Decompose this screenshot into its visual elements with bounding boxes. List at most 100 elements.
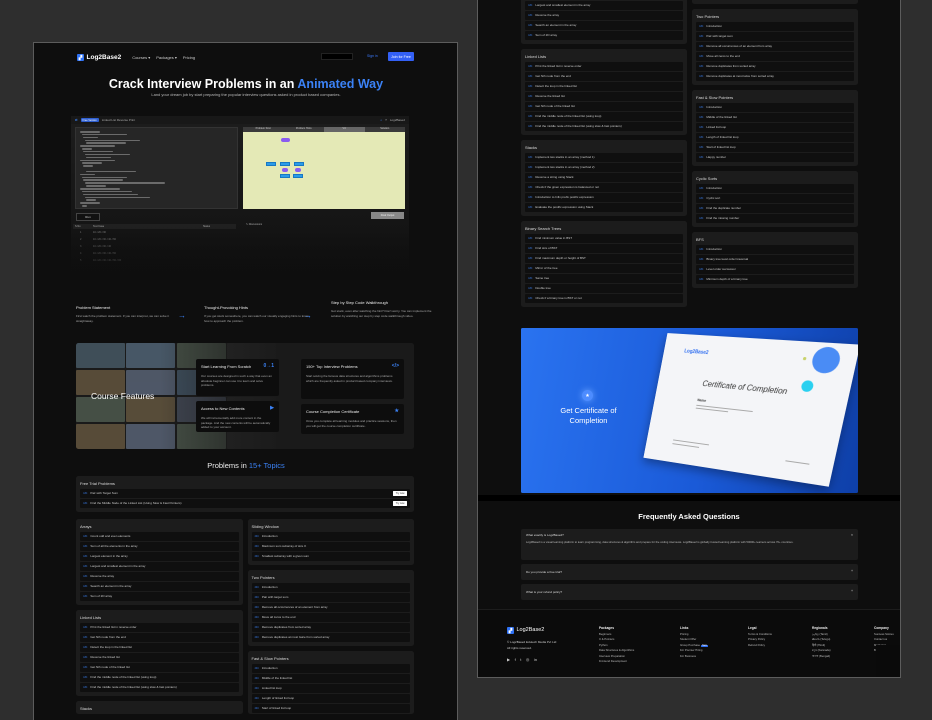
- problem-item[interactable]: </> Largest and smallest element in the a…: [525, 1, 683, 10]
- footer-link[interactable]: For Business: [680, 654, 708, 660]
- problem-item[interactable]: </> Largest element in the array: [80, 552, 239, 561]
- problem-item[interactable]: </> Remove all occurrences of an element …: [696, 42, 854, 51]
- tab-viz[interactable]: Viz: [324, 127, 365, 132]
- help-icon[interactable]: ?: [385, 118, 387, 122]
- chat-widget[interactable]: [876, 645, 900, 677]
- problem-item[interactable]: </> Find minimum value in BST: [525, 234, 683, 243]
- final-output-button[interactable]: Final Output: [371, 212, 404, 219]
- tab-solution[interactable]: Solution: [365, 127, 406, 132]
- signin-link[interactable]: Sign in: [367, 54, 378, 58]
- problem-item[interactable]: </> Implement two stacks in an array (met…: [525, 153, 683, 162]
- problem-item[interactable]: </> Get Nth node of the linked list: [80, 663, 239, 672]
- problem-item[interactable]: </> Check if a binary tree is BST or not: [525, 294, 683, 303]
- problem-item[interactable]: </> Remove all occurrences of an element …: [251, 603, 410, 612]
- faq-item[interactable]: Do you provide a free trial? +: [521, 564, 858, 580]
- problem-item[interactable]: </> Level order successor: [696, 265, 854, 274]
- problem-item[interactable]: </> Introduction: [696, 245, 854, 254]
- problem-item[interactable]: </> Find the middle node of the linked li…: [525, 112, 683, 121]
- twitter-icon[interactable]: t: [520, 656, 521, 664]
- problem-item[interactable]: </> Maximum sum subarray of size K: [251, 542, 410, 551]
- close-icon[interactable]: ×: [851, 533, 853, 537]
- problem-item[interactable]: </> Middle of the linked list: [251, 674, 410, 683]
- problem-item[interactable]: </> Get Nth node from the end: [525, 72, 683, 81]
- problem-item[interactable]: </> Double tree: [525, 284, 683, 293]
- linkedin-icon[interactable]: in: [534, 656, 537, 664]
- problem-item[interactable]: </> Remove duplicates from sorted array: [251, 623, 410, 632]
- free-trial-item[interactable]: </> Find the Middle Node of the Linked Li…: [80, 499, 410, 508]
- problem-item[interactable]: </> Find the duplicate number: [696, 204, 854, 213]
- problem-item[interactable]: </> Smallest subarray with a given sum: [251, 552, 410, 561]
- problem-item[interactable]: </> Reverse the array: [80, 572, 239, 581]
- problem-item[interactable]: </> Introduction: [251, 583, 410, 592]
- problem-item[interactable]: </> Detect the loop in the linked list: [525, 82, 683, 91]
- footer-link[interactable]: Refund Policy: [748, 643, 772, 649]
- problem-item[interactable]: </> Minimum depth of a binary tree: [696, 275, 854, 284]
- problem-item[interactable]: </> Count odd and even elements: [80, 532, 239, 541]
- problem-item[interactable]: </> Pair with target sum: [251, 593, 410, 602]
- problem-item[interactable]: </> Cyclic sort: [696, 194, 854, 203]
- problem-item[interactable]: </> Pair with target sum: [696, 32, 854, 41]
- free-trial-item[interactable]: </> Pair with Target Sum Try now: [80, 489, 410, 498]
- tab-problem-stmt[interactable]: Problem Stmt: [243, 127, 284, 132]
- footer-logo[interactable]: ▞ Log2Base2: [507, 625, 556, 636]
- problem-item[interactable]: </> Find maximum depth or height of BST: [525, 254, 683, 263]
- problem-item[interactable]: </> Get Nth node of the linked list: [525, 102, 683, 111]
- problem-item[interactable]: </> Middle of the linked list: [696, 113, 854, 122]
- plus-icon[interactable]: +: [851, 569, 853, 573]
- footer-link[interactable]: Data Structures & Algorithms: [599, 648, 634, 654]
- logo[interactable]: ▞ Log2Base2: [77, 54, 121, 61]
- faq-item[interactable]: What is your refund policy? +: [521, 584, 858, 600]
- nav-courses[interactable]: Courses ▾: [132, 55, 150, 60]
- problem-item[interactable]: </> Sum of all the elements in the array: [80, 542, 239, 551]
- problem-item[interactable]: </> Search an element in the array: [80, 582, 239, 591]
- problem-item[interactable]: </> Length of linked list loop: [696, 133, 854, 142]
- problem-item[interactable]: </> Find the missing number: [696, 214, 854, 223]
- problem-item[interactable]: </> Reverse the array: [525, 11, 683, 20]
- problem-item[interactable]: </> Reverse the linked list: [525, 92, 683, 101]
- problem-item[interactable]: </> Reverse a string using Stack: [525, 173, 683, 182]
- nav-pricing[interactable]: Pricing: [183, 55, 195, 60]
- problem-item[interactable]: </> Introduction: [696, 103, 854, 112]
- problem-item[interactable]: </> Move all zeros to the end: [251, 613, 410, 622]
- problem-item[interactable]: </> Same tree: [525, 274, 683, 283]
- plus-icon[interactable]: +: [851, 589, 853, 593]
- problem-item[interactable]: </> Happy number: [696, 153, 854, 162]
- problem-item[interactable]: </> Evaluate the postfix expression using…: [525, 203, 683, 212]
- code-editor[interactable]: [75, 127, 238, 209]
- problem-item[interactable]: </> Remove duplicates at most twice from …: [251, 633, 410, 642]
- problem-item[interactable]: </> Largest and smallest element in the a…: [80, 562, 239, 571]
- problem-item[interactable]: </> Remove duplicates from sorted array: [696, 62, 854, 71]
- problem-item[interactable]: </> Search an element in the array: [525, 21, 683, 30]
- join-button[interactable]: Join for Free: [388, 52, 414, 61]
- problem-item[interactable]: </> Mirror of the tree: [525, 264, 683, 273]
- instagram-icon[interactable]: ◎: [526, 656, 530, 664]
- run-button[interactable]: Run: [76, 213, 100, 221]
- problem-item[interactable]: </> Find size of BST: [525, 244, 683, 253]
- problem-item[interactable]: </> Remove duplicates at most twice from …: [696, 72, 854, 81]
- youtube-icon[interactable]: ▶: [507, 656, 510, 664]
- try-now-button[interactable]: Try now: [393, 500, 407, 506]
- faq-item[interactable]: What exactly is Log2Base2? × Log2Base2 is …: [521, 529, 858, 560]
- problem-item[interactable]: </> Binary tree level order traversal: [696, 255, 854, 264]
- problem-item[interactable]: </> Introduction: [251, 532, 410, 541]
- try-now-button[interactable]: Try now: [393, 490, 407, 496]
- tab-problem-hints[interactable]: Problem Hints: [284, 127, 325, 132]
- problem-item[interactable]: </> Introduction: [251, 664, 410, 673]
- nav-packages[interactable]: Packages ▾: [156, 55, 177, 60]
- problem-item[interactable]: </> Linked list loop: [696, 123, 854, 132]
- problem-item[interactable]: </> Start of linked list loop: [251, 704, 410, 713]
- footer-link[interactable]: বাংলা (Bengali): [812, 654, 831, 660]
- footer-link[interactable]: తెలుగు (Telugu): [812, 637, 831, 643]
- toggle-icon[interactable]: ◐: [380, 118, 382, 122]
- facebook-icon[interactable]: f: [515, 656, 516, 664]
- problem-item[interactable]: </> Introduction to Infix prefix postfix …: [525, 193, 683, 202]
- problem-item[interactable]: </> Find the middle node of the linked li…: [80, 673, 239, 682]
- problem-item[interactable]: </> Move all zeros to the end: [696, 52, 854, 61]
- problem-item[interactable]: </> Print the linked list in reverse orde…: [525, 62, 683, 71]
- problem-item[interactable]: </> Introduction: [696, 184, 854, 193]
- certificate-banner[interactable]: ★ Get Certificate of Completion Log2Base…: [521, 328, 858, 493]
- problem-item[interactable]: </> Start of linked list loop: [696, 143, 854, 152]
- problem-item[interactable]: </> Get Nth node from the end: [80, 633, 239, 642]
- problem-item[interactable]: </> Introduction: [696, 22, 854, 31]
- problem-item[interactable]: </> Linked list loop: [251, 684, 410, 693]
